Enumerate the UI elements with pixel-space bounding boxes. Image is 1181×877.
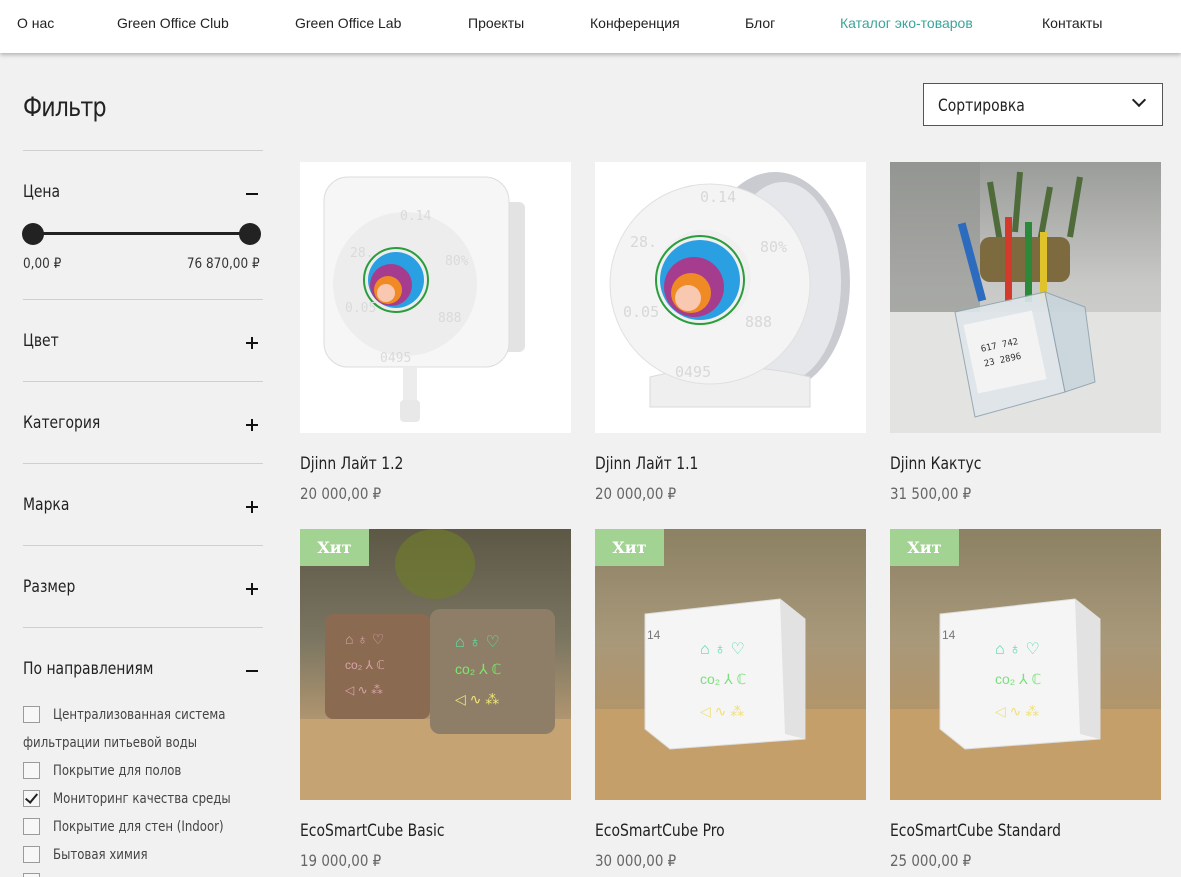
divider [23, 299, 263, 300]
checkbox[interactable] [23, 846, 40, 863]
svg-text:80%: 80% [760, 238, 787, 256]
checkbox-label: Мониторинг качества среды [53, 791, 231, 807]
sort-label: Сортировка [938, 96, 1025, 116]
product-image[interactable]: 0.14 28. 80% 0.05 888 0495 [300, 162, 571, 433]
top-navigation: О нас Green Office Club Green Office Lab… [0, 0, 1181, 53]
product-image[interactable]: ⌂ ♁ ♡ co₂ ⅄ ℂ ◁ ∿ ⁂ 14 Хит [890, 529, 1161, 800]
svg-text:co₂ ⅄ ℂ: co₂ ⅄ ℂ [455, 661, 502, 677]
checkbox-label: Покрытие для полов [53, 763, 182, 779]
checkbox-label: Централизованная система [53, 707, 226, 723]
product-name[interactable]: EcoSmartCube Pro [595, 821, 725, 841]
nav-item-contacts[interactable]: Контакты [1042, 15, 1102, 31]
nav-item-green-office-lab[interactable]: Green Office Lab [295, 15, 401, 31]
price-slider-min-handle[interactable] [22, 223, 44, 245]
hit-badge: Хит [595, 529, 664, 566]
divider [23, 463, 263, 464]
collapse-icon[interactable] [242, 184, 262, 204]
checkbox-checked[interactable] [23, 790, 40, 807]
nav-item-blog[interactable]: Блог [745, 15, 775, 31]
expand-icon[interactable] [242, 497, 262, 517]
checkbox-label: Бытовая химия [53, 847, 148, 863]
price-max-value: 76 870,00 ₽ [187, 256, 260, 272]
svg-text:0495: 0495 [675, 363, 711, 381]
expand-icon[interactable] [242, 333, 262, 353]
nav-item-conference[interactable]: Конференция [590, 15, 680, 31]
product-price: 19 000,00 ₽ [300, 851, 382, 870]
filter-category-label[interactable]: Категория [23, 413, 100, 433]
product-image[interactable]: ⌂ ♁ ♡ co₂ ⅄ ℂ ◁ ∿ ⁂ 14 Хит [595, 529, 866, 800]
expand-icon[interactable] [242, 415, 262, 435]
svg-text:0.14: 0.14 [400, 209, 431, 224]
svg-text:888: 888 [438, 311, 461, 326]
filter-brand-label[interactable]: Марка [23, 495, 69, 515]
svg-text:⌂ ♁ ♡: ⌂ ♁ ♡ [700, 641, 745, 658]
svg-text:◁ ∿ ⁂: ◁ ∿ ⁂ [345, 683, 383, 697]
hit-badge: Хит [300, 529, 369, 566]
svg-text:⌂ ♁ ♡: ⌂ ♁ ♡ [455, 634, 500, 651]
collapse-icon[interactable] [242, 661, 262, 681]
checkbox-label: фильтрации питьевой воды [23, 735, 198, 751]
expand-icon[interactable] [242, 579, 262, 599]
svg-text:28.: 28. [630, 233, 657, 251]
product-image[interactable]: 0.14 28. 80% 0.05 888 0495 [595, 162, 866, 433]
svg-text:14: 14 [647, 628, 661, 642]
filter-directions-label[interactable]: По направлениям [23, 659, 153, 679]
price-slider-track[interactable] [33, 232, 250, 235]
price-min-value: 0,00 ₽ [23, 256, 62, 272]
svg-text:◁ ∿ ⁂: ◁ ∿ ⁂ [455, 691, 499, 707]
svg-text:⌂ ♁ ♡: ⌂ ♁ ♡ [345, 631, 384, 647]
nav-item-about[interactable]: О нас [17, 15, 54, 31]
hit-badge: Хит [890, 529, 959, 566]
product-price: 25 000,00 ₽ [890, 851, 972, 870]
svg-text:0.05: 0.05 [623, 303, 659, 321]
svg-text:80%: 80% [445, 254, 469, 269]
checkbox[interactable] [23, 818, 40, 835]
svg-text:14: 14 [942, 628, 956, 642]
svg-text:⌂ ♁ ♡: ⌂ ♁ ♡ [995, 641, 1040, 658]
svg-text:0.05: 0.05 [345, 301, 376, 316]
svg-text:◁ ∿ ⁂: ◁ ∿ ⁂ [995, 703, 1039, 719]
nav-item-green-office-club[interactable]: Green Office Club [117, 15, 229, 31]
checkmark-icon [24, 790, 39, 804]
svg-text:co₂ ⅄ ℂ: co₂ ⅄ ℂ [345, 658, 385, 672]
product-name[interactable]: EcoSmartCube Basic [300, 821, 444, 841]
svg-text:0.14: 0.14 [700, 188, 736, 206]
chevron-down-icon [1131, 92, 1147, 108]
divider [23, 627, 263, 628]
price-slider-max-handle[interactable] [239, 223, 261, 245]
checkbox[interactable] [23, 873, 40, 877]
svg-text:co₂ ⅄ ℂ: co₂ ⅄ ℂ [995, 671, 1042, 687]
nav-item-projects[interactable]: Проекты [468, 15, 524, 31]
sort-dropdown[interactable]: Сортировка [923, 83, 1163, 126]
product-price: 20 000,00 ₽ [300, 484, 382, 503]
filter-color-label[interactable]: Цвет [23, 331, 59, 351]
product-name[interactable]: Djinn Лайт 1.2 [300, 454, 403, 474]
product-name[interactable]: Djinn Лайт 1.1 [595, 454, 698, 474]
product-price: 31 500,00 ₽ [890, 484, 972, 503]
product-name[interactable]: Djinn Кактус [890, 454, 981, 474]
product-price: 20 000,00 ₽ [595, 484, 677, 503]
checkbox[interactable] [23, 706, 40, 723]
checkbox[interactable] [23, 762, 40, 779]
product-price: 30 000,00 ₽ [595, 851, 677, 870]
svg-text:0495: 0495 [380, 351, 411, 366]
svg-text:888: 888 [745, 313, 772, 331]
filter-price-label[interactable]: Цена [23, 182, 60, 202]
nav-item-eco-catalog[interactable]: Каталог эко-товаров [840, 15, 973, 31]
divider [23, 545, 263, 546]
svg-text:◁ ∿ ⁂: ◁ ∿ ⁂ [700, 703, 744, 719]
svg-text:28.: 28. [350, 246, 373, 261]
product-name[interactable]: EcoSmartCube Standard [890, 821, 1061, 841]
svg-text:co₂ ⅄ ℂ: co₂ ⅄ ℂ [700, 671, 747, 687]
filter-size-label[interactable]: Размер [23, 577, 75, 597]
filter-title: Фильтр [23, 92, 106, 123]
product-image[interactable]: 617 742 23 2896 [890, 162, 1161, 433]
divider [23, 381, 263, 382]
checkbox-label: Покрытие для стен (Indoor) [53, 819, 224, 835]
divider [23, 150, 263, 151]
product-image[interactable]: ⌂ ♁ ♡ co₂ ⅄ ℂ ◁ ∿ ⁂ ⌂ ♁ ♡ co₂ ⅄ ℂ ◁ ∿ ⁂ … [300, 529, 571, 800]
